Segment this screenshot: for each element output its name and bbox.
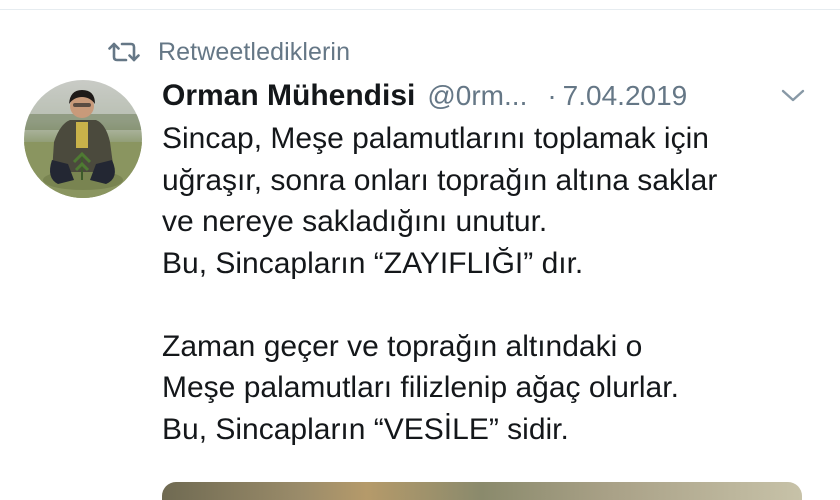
- tweet-header: Orman Mühendisi @0rm... · 7.04.2019: [162, 74, 822, 118]
- tweet-text-line: Bu, Sincapların “ZAYIFLIĞI” dır.: [162, 246, 584, 280]
- tweet-text-line: Meşe palamutları filizlenip ağaç olurlar…: [162, 371, 679, 404]
- tweet-text-line: ve nereye sakladığını unutur.: [162, 205, 548, 238]
- tweet-text-line: uğraşır, sonra onları toprağın altına sa…: [162, 163, 718, 197]
- tweet-text-line: Sincap, Meşe palamutlarını toplamak için: [162, 122, 709, 155]
- author-display-name[interactable]: Orman Mühendisi: [162, 79, 415, 113]
- retweet-label: Retweetlediklerin: [158, 37, 351, 66]
- avatar[interactable]: [24, 80, 142, 198]
- tweet-image[interactable]: [162, 482, 802, 500]
- retweet-icon: [108, 38, 144, 66]
- author-handle[interactable]: @0rm...: [427, 80, 527, 112]
- retweet-context[interactable]: Retweetlediklerin: [108, 36, 350, 68]
- separator-dot: ·: [547, 80, 557, 111]
- chevron-down-icon[interactable]: [778, 84, 808, 108]
- tweet-text-line: Bu, Sincapların “VESİLE” sidir.: [162, 412, 569, 446]
- tweet-date[interactable]: 7.04.2019: [563, 80, 688, 112]
- tweet-body: Sincap, Meşe palamutlarını toplamak için…: [162, 118, 832, 450]
- tweet-text-line: Zaman geçer ve toprağın altındaki o: [162, 329, 643, 363]
- timeline-divider: [0, 0, 840, 10]
